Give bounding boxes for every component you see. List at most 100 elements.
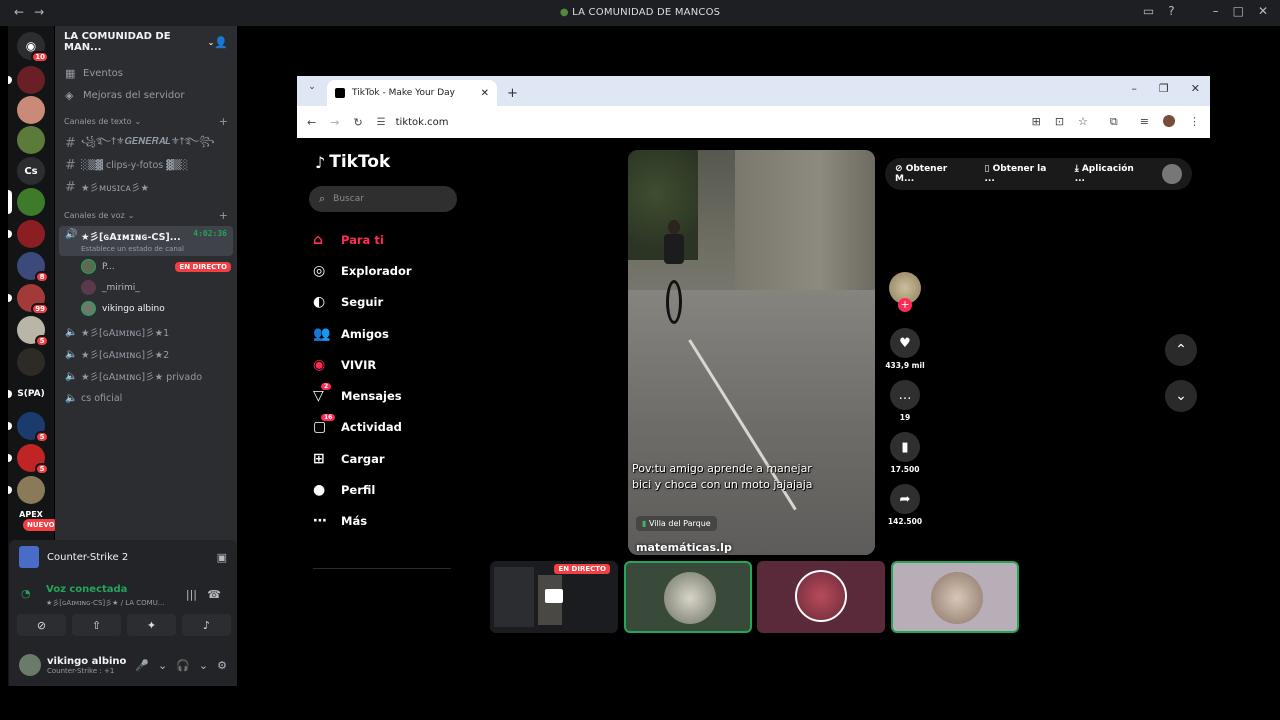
server-icon[interactable]	[17, 96, 45, 124]
avatar[interactable]	[19, 654, 41, 676]
server-icon[interactable]	[8, 220, 45, 248]
nav-item-vivir[interactable]: ◉ VIVIR	[313, 349, 412, 380]
previous-video-button[interactable]: ⌃	[1165, 334, 1197, 366]
user-info[interactable]: vikingo albino Counter-Strike : +1	[47, 656, 126, 675]
tab-search-icon[interactable]: ⌄	[303, 82, 321, 100]
server-header[interactable]: LA COMUNIDAD DE MAN... ⌄ 👤	[55, 28, 237, 56]
nav-item-perfil[interactable]: ● Perfil	[313, 474, 412, 505]
voice-connected-label[interactable]: Voz conectada	[46, 584, 127, 595]
avatar[interactable]	[1162, 164, 1182, 184]
tiktok-logo[interactable]: ♪ TikTok	[315, 152, 390, 172]
help-icon[interactable]: ?	[1168, 4, 1174, 18]
soundboard-button[interactable]: ♪	[182, 614, 231, 636]
disconnect-icon[interactable]: ☎	[207, 588, 221, 601]
stream-tile-live[interactable]: EN DIRECTO	[490, 561, 618, 633]
voice-channel[interactable]: 🔈 ★彡[ɢAɪᴍɪɴɢ]彡★ privado	[59, 365, 233, 387]
bookmark-star-icon[interactable]: ☆	[1078, 115, 1088, 129]
server-icon[interactable]	[8, 66, 45, 94]
server-icon[interactable]	[17, 348, 45, 376]
media-control-icon[interactable]: ≡	[1140, 115, 1149, 129]
creator-avatar[interactable]: +	[889, 272, 921, 312]
get-app-button[interactable]: ▯ Obtener la ...	[984, 164, 1058, 184]
chevron-down-icon[interactable]: ⌄	[199, 659, 208, 672]
close-icon[interactable]: ✕	[1258, 4, 1268, 18]
text-channel[interactable]: # ★彡ᴍᴜsɪᴄᴀ彡★	[59, 176, 233, 198]
invite-people-icon[interactable]: 👤	[214, 36, 228, 49]
nav-item-explorador[interactable]: ◎ Explorador	[313, 255, 412, 286]
camera-off-button[interactable]: ⊘	[17, 614, 66, 636]
nav-item-seguir[interactable]: ◐ Seguir	[313, 287, 412, 318]
home-dm-button[interactable]: ◉ 10	[17, 32, 49, 63]
browser-tab[interactable]: TikTok - Make Your Day ✕	[327, 80, 497, 106]
voice-user[interactable]: P... EN DIRECTO	[55, 256, 237, 277]
nav-item-mensajes[interactable]: ▽ 2 Mensajes	[313, 380, 412, 411]
voice-channel[interactable]: 🔈 ★彡[ɢAɪᴍɪɴɢ]彡★1	[59, 321, 233, 343]
noise-suppression-icon[interactable]: |||	[186, 588, 197, 601]
server-icon-active[interactable]	[8, 188, 45, 216]
text-channel[interactable]: # ꧁࿐†⚜𝑮𝑬𝑵𝑬𝑹𝑨𝑳⚜†࿐꧂	[59, 132, 233, 154]
gear-icon[interactable]: ⚙	[217, 659, 227, 672]
save-action[interactable]: ▮ 17.500	[885, 432, 925, 474]
text-channel[interactable]: # ░▒▓ clips-y-fotos ▓▒░	[59, 154, 233, 176]
get-coins-button[interactable]: ⊘ Obtener M...	[895, 164, 968, 184]
screen-share-icon[interactable]: ▣	[217, 551, 227, 564]
voice-channel-path[interactable]: ★彡[ɢAɪᴍɪɴɢ-CS]彡★ / LA COMU...	[46, 598, 165, 608]
add-channel-icon[interactable]: +	[219, 115, 228, 128]
profile-avatar-icon[interactable]	[1163, 115, 1175, 127]
share-screen-button[interactable]: ⇧	[72, 614, 121, 636]
address-bar[interactable]: ☰ tiktok.com	[377, 111, 1017, 133]
nav-item-actividad[interactable]: ▢ 16 Actividad	[313, 412, 412, 443]
desktop-app-button[interactable]: ⤓ Aplicación ...	[1075, 164, 1147, 184]
voice-user[interactable]: _mirimi_	[55, 277, 237, 298]
install-app-icon[interactable]: ⊡	[1055, 115, 1064, 129]
server-icon[interactable]: 8	[17, 252, 49, 283]
close-icon[interactable]: ✕	[1191, 82, 1200, 95]
voice-user[interactable]: vikingo albino	[55, 298, 237, 319]
extensions-icon[interactable]: ⧉	[1110, 115, 1118, 129]
minimize-icon[interactable]: –	[1131, 82, 1137, 95]
game-activity-bar[interactable]: Counter-Strike 2 ▣	[9, 540, 237, 574]
nav-item-mas[interactable]: ⋯ Más	[313, 506, 412, 537]
events-item[interactable]: ▦ Eventos	[55, 62, 237, 84]
channel-status-hint[interactable]: Establece un estado de canal	[81, 245, 184, 253]
server-icon[interactable]: 5	[17, 316, 49, 347]
search-input[interactable]: ⌕ Buscar	[309, 186, 457, 212]
like-action[interactable]: ♥ 433,9 mil	[885, 328, 925, 370]
activities-button[interactable]: ✦	[127, 614, 176, 636]
participant-tile[interactable]	[891, 561, 1019, 633]
minimize-icon[interactable]: –	[1213, 4, 1219, 18]
video-player[interactable]: Pov:tu amigo aprende a manejar bici y ch…	[628, 150, 875, 555]
headphones-icon[interactable]: 🎧	[176, 659, 190, 672]
voice-channel[interactable]: 🔈 ★彡[ɢAɪᴍɪɴɢ]彡★2	[59, 343, 233, 365]
signal-icon[interactable]: ◔	[21, 587, 31, 600]
microphone-icon[interactable]: 🎤	[135, 659, 149, 672]
comment-action[interactable]: … 19	[885, 380, 925, 422]
reload-icon[interactable]: ↻	[353, 116, 362, 129]
voice-channel-active[interactable]: 🔊 ★彡[ɢAɪᴍɪɴɢ-CS]... 4:02:36 Establece un…	[59, 226, 233, 256]
location-tag[interactable]: ▮ Villa del Parque	[636, 516, 717, 531]
close-tab-icon[interactable]: ✕	[481, 88, 489, 99]
share-action[interactable]: ➦ 142.500	[885, 484, 925, 526]
back-arrow-icon[interactable]: ←	[307, 116, 316, 129]
inbox-icon[interactable]: ▭	[1143, 4, 1154, 18]
server-icon[interactable]: 5	[8, 444, 49, 475]
restore-icon[interactable]: ❐	[1159, 82, 1169, 95]
follow-plus-icon[interactable]: +	[898, 298, 912, 312]
site-info-icon[interactable]: ☰	[377, 117, 386, 128]
server-icon[interactable]: 99	[8, 284, 49, 315]
forward-arrow-icon[interactable]: →	[330, 116, 339, 129]
maximize-icon[interactable]: □	[1233, 4, 1244, 18]
chevron-down-icon[interactable]: ⌄	[158, 659, 167, 672]
server-icon[interactable]	[8, 476, 45, 504]
voice-channel[interactable]: 🔈 cs oficial	[59, 387, 233, 409]
nav-item-cargar[interactable]: ⊞ Cargar	[313, 443, 412, 474]
server-icon[interactable]: 5	[8, 412, 49, 443]
new-tab-icon[interactable]: +	[507, 86, 518, 101]
server-icon[interactable]	[17, 126, 45, 154]
translate-icon[interactable]: ⊞	[1032, 115, 1041, 129]
participant-tile[interactable]	[624, 561, 752, 633]
server-icon-cs[interactable]: Cs	[17, 157, 45, 185]
participant-tile[interactable]	[757, 561, 885, 633]
nav-item-para-ti[interactable]: ⌂ Para ti	[313, 224, 412, 255]
nav-item-amigos[interactable]: 👥 Amigos	[313, 318, 412, 349]
